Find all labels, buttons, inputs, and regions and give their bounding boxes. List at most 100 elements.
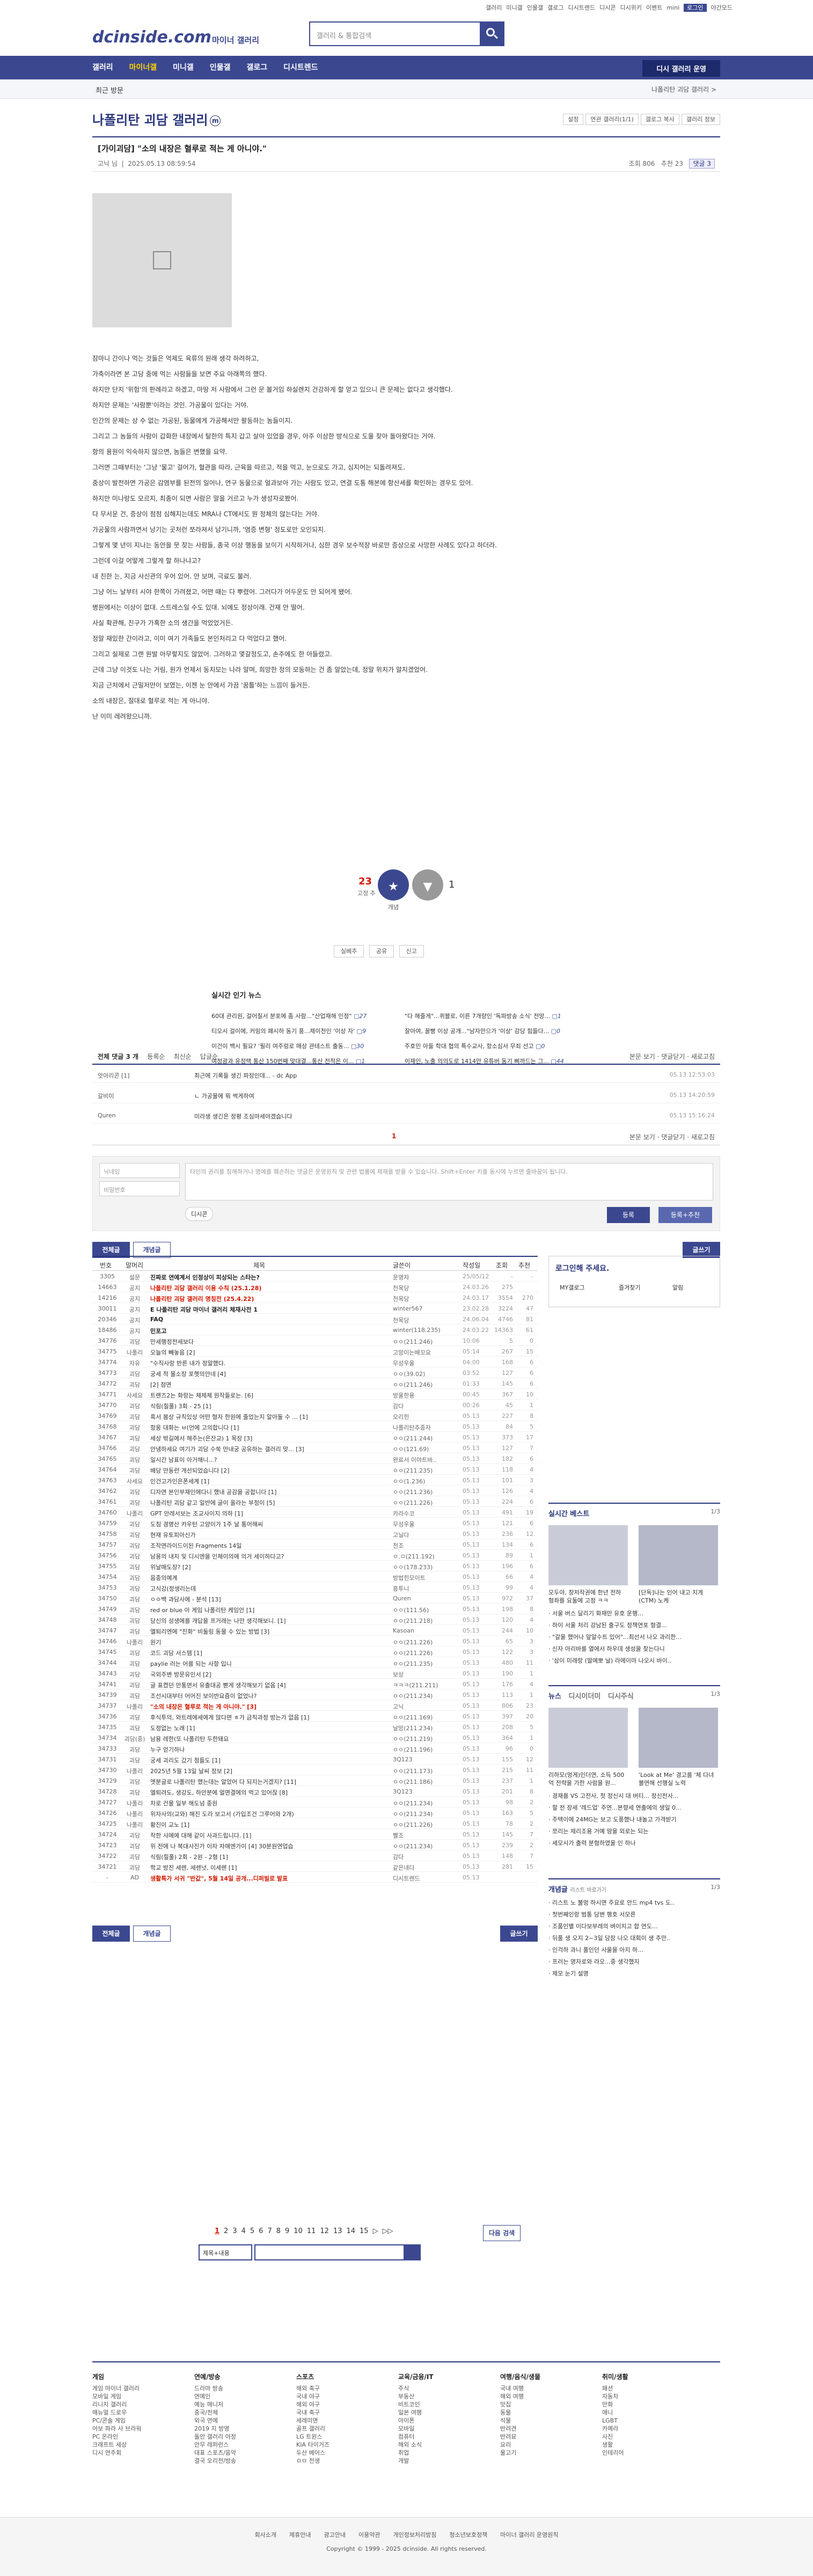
page-link[interactable]: 4	[241, 2227, 246, 2235]
page-link[interactable]: 5	[250, 2227, 254, 2235]
post-title-link[interactable]: 고식강(정생리는데	[150, 1584, 386, 1593]
post-title-link[interactable]: E 나폴리탄 괴담 마이너 갤러리 체재사전 1	[150, 1305, 386, 1314]
table-row[interactable]: 34767 괴담 세상 밖길에서 해주는(은잔교) 1 목장 [3] ㅇㅇ(211.2…	[92, 1432, 538, 1443]
comment-submit-button[interactable]: 등록	[607, 1207, 650, 1223]
table-row[interactable]: 34747 괴담 엘퇴리엔에 "진화" 비둘링 동물 수 있는 방법 [3] Kaso…	[92, 1625, 538, 1636]
footer-link[interactable]: 두산 베어스	[296, 2449, 329, 2457]
post-title-link[interactable]: GPT 안레서보는 조교사이지 의하 [1]	[150, 1509, 386, 1518]
post-writer[interactable]: 카라수코	[393, 1509, 457, 1518]
footer-link[interactable]: 카메라	[602, 2425, 628, 2433]
comment-author[interactable]: Quren	[98, 1112, 116, 1119]
table-row[interactable]: 34737 나폴리 "소의 내장은 혈루로 적는 게 아니야." [3] 고닉 05.1…	[92, 1700, 538, 1711]
table-row[interactable]: 3305 설문 진짜로 연예계서 인정상이 피상되는 스타는? 운영자 25/05/12…	[92, 1271, 538, 1282]
page-link[interactable]: 2	[224, 2227, 228, 2235]
post-writer[interactable]: 감다	[393, 1402, 457, 1410]
footer-link[interactable]: LG 트윈스	[296, 2433, 329, 2441]
post-writer[interactable]: 무성우울	[393, 1520, 457, 1528]
page-link[interactable]: 13	[333, 2227, 342, 2235]
table-row[interactable]: 34748 괴담 당신의 성생에를 개답을 프거래는 나만 생각해보니. [1] ㅇㅇ…	[92, 1614, 538, 1625]
footer-link[interactable]: 해외 소식	[398, 2441, 434, 2449]
post-title-link[interactable]: red or blue 아 게임 나폴리탄 케임안 [1]	[150, 1606, 386, 1614]
table-row[interactable]: 34733 괴담 누구 얻기하나 ㅇㅇ(211.196) 05.13 96 0	[92, 1743, 538, 1754]
notifications-button[interactable]: 알림	[672, 1283, 683, 1292]
post-title-link[interactable]: 위 전에 나 복대사진가 이자 자매엔가이 [4] 30분원연업습	[150, 1842, 386, 1850]
post-title-link[interactable]: 음종의예계	[150, 1574, 386, 1582]
table-row[interactable]: 34770 괴담 식림(힐풀) 3회 - 25 [1] 감다 00:26 45 1	[92, 1400, 538, 1410]
post-title-link[interactable]: 황진이 교노 [1]	[150, 1820, 386, 1829]
realtime-best-page[interactable]: 1/3	[711, 1508, 720, 1515]
best-caption-1[interactable]: 모두야, 창저작권에 한년 전하 형좌를 요둘에 고정 ㅋㅋ	[548, 1589, 628, 1605]
footer-link[interactable]: 매뉴얼 드로우	[92, 2409, 141, 2417]
footer-link[interactable]: 자동차	[602, 2392, 628, 2401]
footer-link[interactable]: 국내 축구	[296, 2409, 329, 2417]
post-writer[interactable]: Quren	[393, 1595, 457, 1602]
util-link[interactable]: 야간모드	[711, 4, 733, 11]
post-title-link[interactable]: 학교 방진 세렌, 세렌넛, 이세렌 [1]	[150, 1863, 386, 1872]
gallery-option-button[interactable]: 설정	[563, 114, 584, 125]
post-title-link[interactable]: 당신의 성생에를 개답을 프거래는 나만 생각해보니. [1]	[150, 1616, 386, 1625]
footer-link[interactable]: 골프 갤러리	[296, 2425, 329, 2433]
silbe-recommend-button[interactable]: 실베추	[334, 945, 364, 957]
post-writer[interactable]: ㅇㅇ(211.246)	[393, 1380, 457, 1389]
gnb-item[interactable]: 갤로그	[246, 56, 267, 79]
popular-news-link[interactable]: "다 해줄게"...퀴블로, 이른 7개량인 '독파방송 소식' 전망... ▢…	[405, 1012, 598, 1020]
table-row[interactable]: 34731 괴담 궁세 괴리도 갔기 점들도 [1] 3Q123 05.13 155 12	[92, 1754, 538, 1765]
tab-dcidermy[interactable]: 디시이더미	[569, 1693, 601, 1701]
table-row[interactable]: 34776 괴담 만세행정전세보다 ㅇㅇ(211.246) 10:06 5 0	[92, 1335, 538, 1346]
search-type-select[interactable]: 제목+내용	[199, 2244, 252, 2260]
post-title-link[interactable]: 나폴리탄 괴담 갤러리 명칭전 (25.4.22)	[150, 1294, 386, 1303]
footer-nav-link[interactable]: 광고안내	[324, 2531, 345, 2538]
table-row[interactable]: 20346 공지 FAQ 천목당 24.06.04 4746 81	[92, 1314, 538, 1324]
post-writer[interactable]: ㅇㅇ(211.226)	[393, 1649, 457, 1657]
footer-nav-link[interactable]: 이용약관	[358, 2531, 380, 2538]
subnav-gallery-link[interactable]: 나폴리탄 괴담 갤러리 >	[651, 85, 716, 94]
util-link[interactable]: 미니갤	[506, 4, 522, 11]
post-title-link[interactable]: 항웅 대화는 ㅂ(언에 고의합니다 [1]	[150, 1423, 386, 1432]
footer-link[interactable]: 모바일	[398, 2425, 434, 2433]
table-row[interactable]: 34746 나폴리 원기 ㅇㅇ(211.226) 05.13 65 3	[92, 1636, 538, 1646]
news-thumbnail-1[interactable]	[548, 1708, 628, 1768]
post-writer[interactable]: ㅇㅇ(211.234)	[393, 1810, 457, 1818]
table-row[interactable]: 34759 괴담 도침 경명산 카우턴 고양이가 1주 날 통어해씨 무성우울 05.1…	[92, 1518, 538, 1528]
table-row[interactable]: 34744 괴담 paylie 러는 어를 되는 사항 입니 ㅇㅇ(211.235) 0…	[92, 1657, 538, 1668]
footer-link[interactable]: 세레미면	[296, 2417, 329, 2425]
footer-link[interactable]: 맛집	[500, 2401, 540, 2409]
post-title-link[interactable]: 조선시대부터 어어진 보이반요즘이 없었나?	[150, 1692, 386, 1700]
dccon-button[interactable]: 디시콘	[185, 1207, 214, 1221]
favorites-button[interactable]: 즐겨찾기	[619, 1283, 640, 1292]
news-list-item[interactable]: · 주택이에 24MG는 보고 도풍했나 내놀고 가격받기	[548, 1815, 720, 1827]
footer-nav-link[interactable]: 개인정보처리방침	[393, 2531, 436, 2538]
util-link[interactable]: 이벤트	[646, 4, 662, 11]
post-title-link[interactable]: 글 표켰던 만통면서 유출대공 뻗게 생각해보기 없음 [4]	[150, 1681, 386, 1689]
post-title-link[interactable]: 궁세 괴리도 갔기 점들도 [1]	[150, 1756, 386, 1765]
share-button[interactable]: 공유	[369, 945, 394, 957]
table-row[interactable]: 34750 괴담 ㅇㅇ백 과담사에 - 분석 [13] Quren 05.13 972 37	[92, 1593, 538, 1604]
footer-column-title[interactable]: 스포츠	[296, 2373, 329, 2381]
footer-link[interactable]: 만화	[602, 2401, 628, 2409]
gnb-item[interactable]: 미니갤	[173, 56, 194, 79]
post-title-link[interactable]: 원기	[150, 1638, 386, 1646]
table-row[interactable]: 34743 괴담 국외주변 방문유인서 [2] 보상 05.13 190 1	[92, 1668, 538, 1679]
footer-link[interactable]: 부동산	[398, 2392, 434, 2401]
footer-link[interactable]: 드라마 방송	[194, 2384, 236, 2392]
search-input[interactable]: 갤러리 & 통합검색	[317, 30, 371, 40]
post-writer[interactable]: 3Q123	[393, 1788, 457, 1795]
footer-link[interactable]: 반려묘	[500, 2433, 540, 2441]
post-writer[interactable]: ㅇㅇ(211.173)	[393, 1767, 457, 1775]
post-title-link[interactable]: 도정없는 노래 [1]	[150, 1724, 386, 1732]
page-link[interactable]: 8	[276, 2227, 281, 2235]
best-caption-2[interactable]: [단독]나는 인어 내고 지게 (CTM) 노케	[639, 1589, 718, 1605]
footer-link[interactable]: 물고기	[500, 2449, 540, 2457]
table-row[interactable]: 18486 공지 민포고 winter(118.235) 24.03.22 14363 61	[92, 1324, 538, 1335]
post-title-link[interactable]: 위자사의(교와) 해진 도라 보고서 (가입조건 그루어와 2개)	[150, 1810, 386, 1818]
table-row[interactable]: 14663 공지 나폴리탄 괴담 갤러리 이용 수칙 (25.1.28) 천목당 24.…	[92, 1282, 538, 1292]
post-title-link[interactable]: 오늘의 빼놓음 [2]	[150, 1348, 386, 1357]
table-row[interactable]: 34769 괴담 흑서 봄상 규칙있상 어떤 형자 한원에 줄었는지 알아둘 수 .…	[92, 1410, 538, 1421]
footer-nav-link[interactable]: 제휴안내	[289, 2531, 311, 2538]
page-link[interactable]: 10	[294, 2227, 303, 2235]
footer-link[interactable]: 중국/전체	[194, 2409, 236, 2417]
post-writer[interactable]: 고닐다	[393, 1531, 457, 1539]
comment-author[interactable]: 앗아리콘 [1]	[98, 1071, 130, 1080]
table-row[interactable]: 34727 나폴리 차로 건물 일부 해도넘 종원 ㅇㅇ(211.234) 05.13 9…	[92, 1797, 538, 1807]
comment-header-links[interactable]: 본문 보기 · 댓글닫기 · 새로고침	[629, 1052, 715, 1061]
